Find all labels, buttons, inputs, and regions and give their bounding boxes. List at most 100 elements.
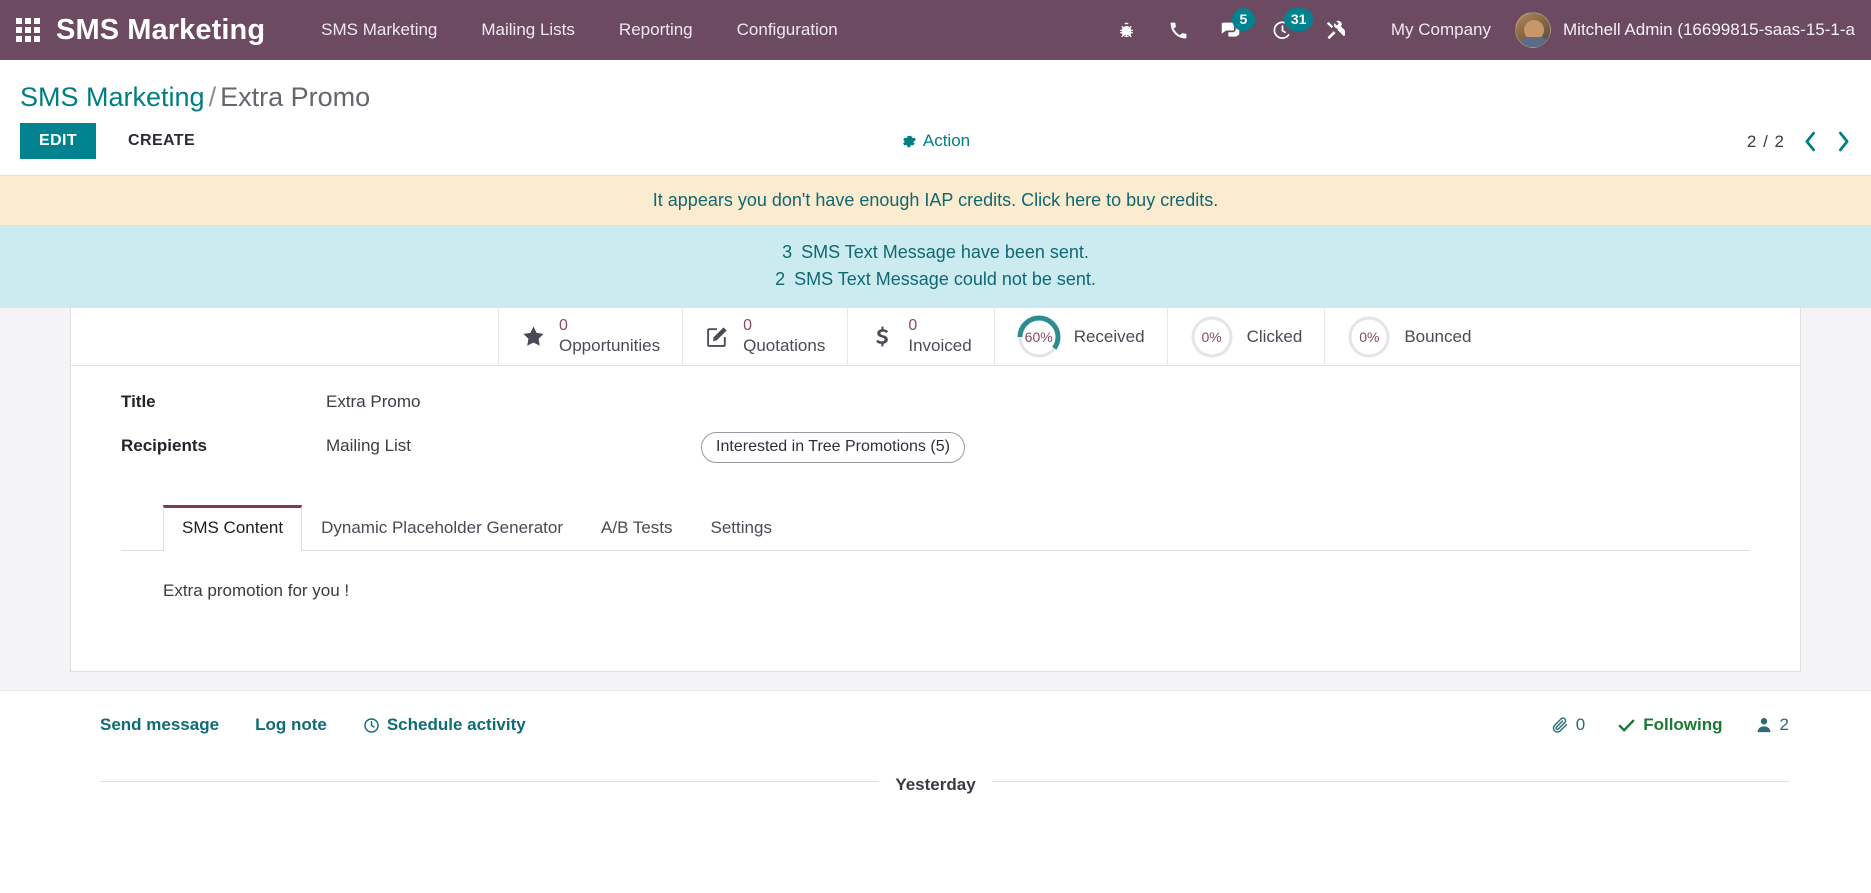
app-brand-title[interactable]: SMS Marketing — [56, 14, 299, 47]
create-button[interactable]: CREATE — [110, 123, 213, 159]
debug-bug-button[interactable] — [1101, 0, 1153, 60]
user-menu[interactable]: Mitchell Admin (16699815-saas-15-1-a — [1515, 12, 1871, 48]
phone-icon — [1170, 22, 1187, 38]
tools-button[interactable] — [1309, 0, 1361, 60]
log-note-label: Log note — [255, 715, 327, 734]
control-panel-buttons: EDIT CREATE Action 2 / 2 — [20, 121, 1851, 175]
avatar — [1515, 12, 1551, 48]
tab-sms-content[interactable]: SMS Content — [163, 505, 303, 551]
notebook-tab-strip: SMS Content Dynamic Placeholder Generato… — [121, 505, 1750, 551]
dollar-icon — [870, 324, 895, 349]
action-label: Action — [922, 131, 971, 150]
stat-button-bar: 0 Opportunities 0 Quotations 0 Invoiced … — [71, 308, 1800, 366]
gauge-percent-clicked: 0% — [1201, 328, 1222, 345]
phone-button[interactable] — [1153, 0, 1205, 60]
stat-button-quotations[interactable]: 0 Quotations — [683, 308, 849, 365]
breadcrumb: SMS Marketing / Extra Promo — [20, 60, 1851, 121]
following-label: Following — [1643, 715, 1723, 734]
date-separator-label: Yesterday — [879, 775, 992, 794]
iap-credits-alert[interactable]: It appears you don't have enough IAP cre… — [0, 175, 1871, 226]
following-button[interactable]: Following — [1617, 715, 1723, 735]
nav-item-mailing-lists[interactable]: Mailing Lists — [459, 0, 597, 60]
sms-status-alert: 3 SMS Text Message have been sent. 2 SMS… — [0, 226, 1871, 308]
top-navbar: SMS Marketing SMS Marketing Mailing List… — [0, 0, 1871, 60]
gauge-percent-received: 60% — [1024, 328, 1053, 345]
messages-badge: 5 — [1231, 8, 1255, 31]
stat-button-received[interactable]: 60% Received — [995, 308, 1168, 365]
field-label-recipients: Recipients — [121, 436, 207, 455]
field-label-title: Title — [121, 392, 156, 411]
company-switcher[interactable]: My Company — [1369, 20, 1515, 40]
schedule-activity-label: Schedule activity — [386, 715, 526, 734]
nav-item-configuration[interactable]: Configuration — [715, 0, 860, 60]
nav-item-reporting[interactable]: Reporting — [597, 0, 715, 60]
breadcrumb-separator: / — [208, 82, 217, 112]
form-sheet: 0 Opportunities 0 Quotations 0 Invoiced … — [70, 308, 1801, 672]
stat-text-invoiced: 0 Invoiced — [908, 317, 971, 356]
attachments-button[interactable]: 0 — [1551, 715, 1585, 735]
field-value-title[interactable]: Extra Promo — [326, 392, 420, 412]
sms-failed-text: SMS Text Message could not be sent. — [794, 269, 1096, 289]
control-panel: SMS Marketing / Extra Promo EDIT CREATE Ac… — [0, 60, 1871, 175]
chatter-status-group: 0 Following 2 — [1551, 715, 1801, 735]
action-menu-button[interactable]: Action — [901, 131, 970, 151]
sms-failed-line: 2 SMS Text Message could not be sent. — [10, 266, 1861, 293]
chatter-toolbar: Send message Log note Schedule activity … — [70, 691, 1801, 757]
field-row-title: Title Extra Promo — [71, 392, 1800, 432]
edit-button[interactable]: EDIT — [20, 123, 97, 159]
stat-value-quotations: 0 — [743, 317, 753, 335]
chatter: Send message Log note Schedule activity … — [0, 690, 1871, 805]
tab-settings[interactable]: Settings — [692, 505, 791, 551]
field-row-recipients: Recipients Mailing List Interested in Tr… — [71, 432, 1800, 483]
form-fields: Title Extra Promo Recipients Mailing Lis… — [71, 366, 1800, 491]
log-note-button[interactable]: Log note — [255, 715, 327, 735]
stat-button-clicked[interactable]: 0% Clicked — [1168, 308, 1326, 365]
bug-icon — [1120, 22, 1134, 37]
stat-value-invoiced: 0 — [908, 317, 918, 335]
clock-icon — [364, 717, 379, 733]
chevron-left-icon — [1805, 131, 1816, 152]
main-nav-menu: SMS Marketing Mailing Lists Reporting Co… — [299, 0, 860, 60]
field-value-recipients[interactable]: Mailing List — [326, 436, 411, 456]
breadcrumb-root[interactable]: SMS Marketing — [20, 82, 205, 112]
record-pager: 2 / 2 — [1747, 131, 1851, 152]
gauge-percent-bounced: 0% — [1359, 328, 1380, 345]
stat-button-opportunities[interactable]: 0 Opportunities — [499, 308, 684, 365]
tab-dynamic-placeholder-generator[interactable]: Dynamic Placeholder Generator — [302, 505, 582, 551]
sms-sent-text: SMS Text Message have been sent. — [801, 242, 1089, 262]
schedule-activity-button[interactable]: Schedule activity — [363, 715, 526, 735]
stat-label-received: Received — [1073, 326, 1145, 346]
sms-sent-count: 3 — [782, 242, 793, 262]
paperclip-icon — [1552, 717, 1567, 733]
stat-label-invoiced: Invoiced — [908, 335, 972, 355]
send-message-button[interactable]: Send message — [100, 715, 219, 735]
stat-label-opportunities: Opportunities — [559, 335, 661, 355]
pager-count: 2 / 2 — [1746, 131, 1785, 151]
pager-previous-button[interactable] — [1803, 131, 1818, 152]
nav-item-sms-marketing[interactable]: SMS Marketing — [299, 0, 459, 60]
stat-button-bounced[interactable]: 0% Bounced — [1325, 308, 1493, 365]
tools-icon — [1326, 20, 1345, 39]
chevron-right-icon — [1838, 131, 1849, 152]
messaging-button[interactable]: 5 — [1205, 0, 1257, 60]
pager-next-button[interactable] — [1836, 131, 1851, 152]
sms-failed-count: 2 — [775, 269, 786, 289]
followers-count: 2 — [1779, 715, 1789, 734]
donut-gauge-icon-clicked: 0% — [1190, 315, 1234, 359]
activities-button[interactable]: 31 — [1257, 0, 1314, 60]
stat-button-invoiced[interactable]: 0 Invoiced — [848, 308, 995, 365]
quotation-pencil-icon — [705, 324, 730, 349]
followers-button[interactable]: 2 — [1755, 715, 1789, 735]
user-icon — [1757, 718, 1770, 733]
star-icon — [521, 324, 546, 349]
tab-ab-tests[interactable]: A/B Tests — [582, 505, 692, 551]
apps-menu-button[interactable] — [0, 0, 56, 60]
chatter-date-separator: Yesterday — [70, 757, 1801, 805]
stat-label-clicked: Clicked — [1246, 326, 1303, 346]
stat-value-opportunities: 0 — [559, 317, 568, 335]
stat-text-quotations: 0 Quotations — [743, 317, 825, 356]
iap-credits-alert-text[interactable]: It appears you don't have enough IAP cre… — [653, 190, 1218, 210]
mailing-list-tag[interactable]: Interested in Tree Promotions (5) — [701, 432, 965, 463]
sms-content-body[interactable]: Extra promotion for you ! — [121, 551, 1750, 671]
send-message-label: Send message — [100, 715, 220, 734]
